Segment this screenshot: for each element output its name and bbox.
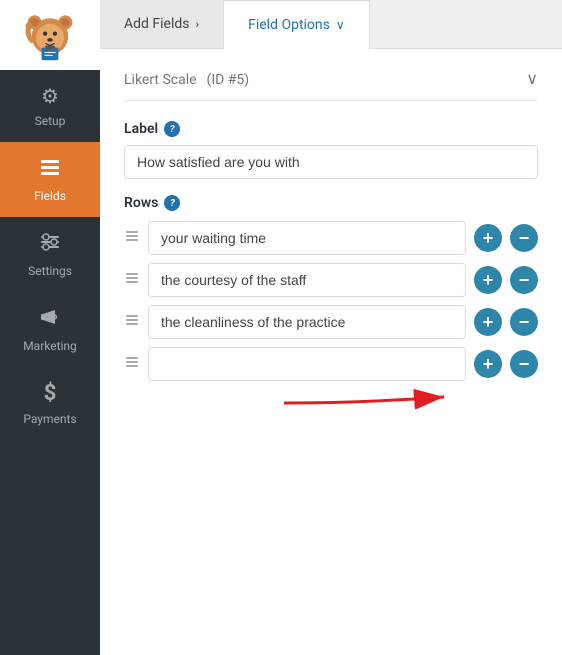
row-add-button-1[interactable]: + [474,224,502,252]
sidebar-item-payments[interactable]: $ Payments [0,367,100,440]
sidebar-item-setup[interactable]: ⚙ Setup [0,70,100,142]
row-add-button-4[interactable]: + [474,350,502,378]
field-collapse-icon[interactable]: ∨ [526,69,538,88]
tab-add-fields[interactable]: Add Fields › [100,0,223,48]
field-title: Likert Scale (ID #5) [124,69,249,88]
tab-field-options-arrow: ∨ [336,18,345,32]
label-input[interactable] [124,145,538,179]
table-row: + − [124,347,538,381]
table-row: + − [124,221,538,255]
row-add-button-2[interactable]: + [474,266,502,294]
field-title-row: Likert Scale (ID #5) ∨ [124,69,538,101]
tab-bar: Add Fields › Field Options ∨ [100,0,562,49]
rows-container: + − + − [124,221,538,381]
logo-bear-icon [22,7,78,63]
tab-field-options-label: Field Options [248,17,330,33]
drag-handle-icon[interactable] [124,270,140,290]
row-remove-button-2[interactable]: − [510,266,538,294]
sidebar-item-label: Settings [28,264,72,278]
setup-icon: ⚙ [41,84,59,108]
rows-help-icon[interactable]: ? [164,195,180,211]
payments-icon: $ [44,381,57,406]
row-remove-button-3[interactable]: − [510,308,538,336]
sidebar-item-label: Fields [34,189,66,203]
row-add-button-3[interactable]: + [474,308,502,336]
sidebar-item-label: Marketing [23,339,77,353]
content-area: Likert Scale (ID #5) ∨ Label ? Rows ? [100,49,562,655]
rows-section: Rows ? + − [124,195,538,381]
rows-label: Rows ? [124,195,538,211]
sidebar-item-settings[interactable]: Settings [0,217,100,292]
sidebar-item-label: Setup [35,114,66,128]
red-arrow-annotation [284,383,484,423]
settings-icon [39,231,61,258]
tab-field-options[interactable]: Field Options ∨ [223,0,370,49]
sidebar-item-label: Payments [23,412,76,426]
drag-handle-icon[interactable] [124,312,140,332]
table-row: + − [124,263,538,297]
label-field-label: Label ? [124,121,538,137]
sidebar-item-marketing[interactable]: Marketing [0,292,100,367]
sidebar: ⚙ Setup Fields Settings [0,0,100,655]
sidebar-item-fields[interactable]: Fields [0,142,100,217]
fields-icon [39,156,61,183]
label-section: Label ? [124,121,538,179]
tab-add-fields-arrow: › [196,17,200,31]
main-panel: Add Fields › Field Options ∨ Likert Scal… [100,0,562,655]
marketing-icon [39,306,61,333]
row-input-2[interactable] [148,263,466,297]
label-help-icon[interactable]: ? [164,121,180,137]
row-remove-button-4[interactable]: − [510,350,538,378]
table-row: + − [124,305,538,339]
row-remove-button-1[interactable]: − [510,224,538,252]
row-input-1[interactable] [148,221,466,255]
logo-area [0,0,100,70]
field-id: (ID #5) [207,72,250,88]
row-input-4[interactable] [148,347,466,381]
row-input-3[interactable] [148,305,466,339]
drag-handle-icon[interactable] [124,354,140,374]
drag-handle-icon[interactable] [124,228,140,248]
tab-add-fields-label: Add Fields [124,16,190,32]
